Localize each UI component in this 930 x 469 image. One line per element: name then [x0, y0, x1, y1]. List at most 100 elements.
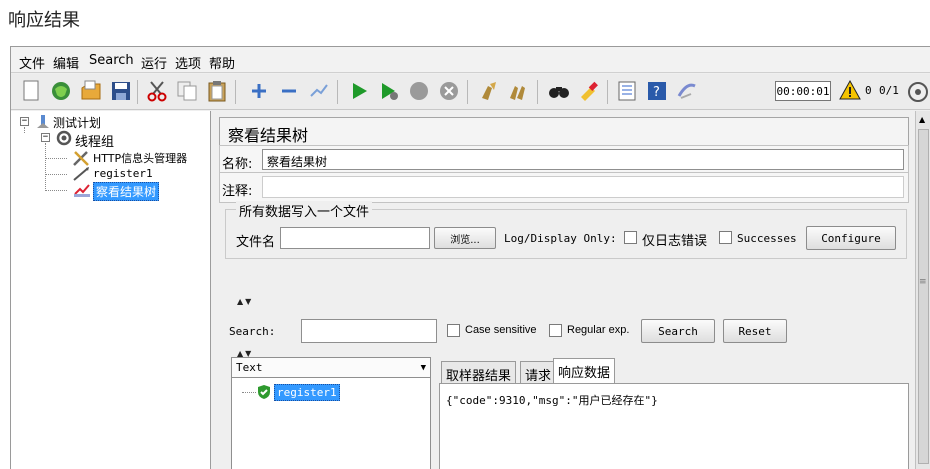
- start-no-pause-icon[interactable]: [377, 79, 401, 103]
- remote-icon[interactable]: [675, 79, 699, 103]
- scrollbar-thumb[interactable]: [918, 129, 929, 464]
- templates-icon[interactable]: [49, 79, 73, 103]
- case-sensitive-checkbox[interactable]: [447, 324, 460, 337]
- tree-connector: [45, 143, 46, 191]
- help-icon[interactable]: ?: [645, 79, 669, 103]
- case-sensitive-label: Case sensitive: [465, 324, 537, 336]
- tree-connector: [45, 174, 67, 175]
- grip-icon: ≡: [919, 277, 927, 287]
- response-data-area[interactable]: {"code":9310,"msg":"用户已经存在"}: [439, 383, 909, 469]
- regex-checkbox[interactable]: [549, 324, 562, 337]
- stop-icon[interactable]: [407, 79, 431, 103]
- sample-results-list: Text ▼ register1: [231, 357, 431, 469]
- renderer-value: Text: [236, 361, 263, 374]
- tab-response-data[interactable]: 响应数据: [553, 358, 616, 383]
- function-helper-icon[interactable]: [615, 79, 639, 103]
- results-tabs: 取样器结果 请求 响应数据 {"code":9310,"msg":"用户已经存在…: [439, 357, 909, 469]
- start-icon[interactable]: [347, 79, 371, 103]
- response-body: {"code":9310,"msg":"用户已经存在"}: [446, 394, 658, 407]
- sample-item-register1[interactable]: register1: [274, 384, 340, 401]
- name-input[interactable]: 察看结果树: [262, 149, 904, 170]
- menu-bar: 文件 编辑 Search 运行 选项 帮助: [11, 47, 930, 73]
- tree-connector: [242, 392, 256, 393]
- toolbar-separator: [337, 80, 338, 104]
- tree-connector: [24, 127, 25, 133]
- jmeter-window: 文件 编辑 Search 运行 选项 帮助 ? 00:00:01 0 0/1 −…: [10, 46, 930, 469]
- errors-only-checkbox[interactable]: [624, 231, 637, 244]
- test-plan-icon: [35, 114, 51, 133]
- tree-collapse-toggle[interactable]: −: [20, 117, 29, 126]
- toolbar-separator: [137, 80, 138, 104]
- toolbar: ? 00:00:01 0 0/1: [11, 74, 930, 110]
- clear-all-icon[interactable]: [507, 79, 531, 103]
- tree-connector: [45, 190, 67, 191]
- menu-file[interactable]: 文件: [19, 53, 45, 72]
- search-icon[interactable]: [547, 79, 571, 103]
- cut-icon[interactable]: [145, 79, 169, 103]
- view-results-tree-panel: 察看结果树 名称: 察看结果树 注释: 所有数据写入一个文件 文件名 浏览...…: [215, 111, 915, 469]
- toolbar-separator: [235, 80, 236, 104]
- comment-input[interactable]: [262, 176, 904, 198]
- copy-icon[interactable]: [175, 79, 199, 103]
- menu-help[interactable]: 帮助: [209, 53, 235, 72]
- tree-item-register1[interactable]: register1: [93, 167, 153, 180]
- clear-icon[interactable]: [477, 79, 501, 103]
- tree-collapse-toggle[interactable]: −: [41, 133, 50, 142]
- shutdown-icon[interactable]: [437, 79, 461, 103]
- file-group-title: 所有数据写入一个文件: [236, 201, 373, 220]
- successes-label: Successes: [737, 232, 797, 245]
- browse-button[interactable]: 浏览...: [434, 227, 496, 249]
- open-icon[interactable]: [79, 79, 103, 103]
- chevron-down-icon[interactable]: ▼: [421, 363, 426, 373]
- log-display-only-label: Log/Display Only:: [504, 232, 617, 245]
- toolbar-separator: [537, 80, 538, 104]
- svg-text:?: ?: [653, 85, 660, 100]
- menu-search[interactable]: Search: [89, 53, 134, 68]
- vertical-scrollbar[interactable]: ▲ ≡: [915, 111, 930, 469]
- scroll-up-icon[interactable]: ▲: [919, 115, 925, 124]
- comment-row: 注释:: [219, 173, 909, 203]
- tree-item-view-results-tree[interactable]: 察看结果树: [93, 182, 160, 201]
- new-icon[interactable]: [19, 79, 43, 103]
- successes-checkbox[interactable]: [719, 231, 732, 244]
- search-input[interactable]: [301, 319, 437, 343]
- search-bar: Search: Case sensitive Regular exp. Sear…: [229, 311, 909, 349]
- tree-item-test-plan[interactable]: 测试计划: [53, 114, 101, 131]
- elapsed-timer: 00:00:01: [775, 81, 831, 101]
- listener-icon: [73, 182, 91, 201]
- reset-button[interactable]: Reset: [723, 319, 787, 343]
- filename-input[interactable]: [280, 227, 430, 249]
- collapse-icon[interactable]: [277, 79, 301, 103]
- expand-icon[interactable]: [247, 79, 271, 103]
- reset-search-icon[interactable]: [577, 79, 601, 103]
- name-row: 名称: 察看结果树: [219, 145, 909, 173]
- errors-only-label: 仅日志错误: [642, 234, 708, 249]
- menu-run[interactable]: 运行: [141, 53, 167, 72]
- regex-label: Regular exp.: [567, 324, 630, 336]
- tree-item-header-manager[interactable]: HTTP信息头管理器: [93, 150, 187, 166]
- warning-count: 0: [865, 84, 872, 97]
- split-handle-icon[interactable]: ▲▼: [237, 297, 253, 306]
- warning-icon[interactable]: [839, 79, 861, 103]
- renderer-select[interactable]: Text ▼: [232, 358, 430, 378]
- tree-item-thread-group[interactable]: 线程组: [75, 131, 114, 150]
- search-label: Search:: [229, 325, 276, 338]
- panel-title: 察看结果树: [219, 117, 909, 145]
- comment-label: 注释:: [222, 184, 253, 199]
- save-icon[interactable]: [109, 79, 133, 103]
- success-shield-icon: [256, 384, 272, 403]
- menu-options[interactable]: 选项: [175, 53, 201, 72]
- menu-edit[interactable]: 编辑: [53, 53, 79, 72]
- paste-icon[interactable]: [205, 79, 229, 103]
- tab-sampler-result[interactable]: 取样器结果: [441, 361, 517, 384]
- toggle-icon[interactable]: [307, 79, 331, 103]
- tab-request[interactable]: 请求: [520, 361, 557, 384]
- toolbar-separator: [607, 80, 608, 104]
- search-button[interactable]: Search: [641, 319, 715, 343]
- configure-button[interactable]: Configure: [806, 226, 896, 250]
- article-heading: 响应结果: [8, 10, 80, 31]
- thread-group-icon: [55, 130, 73, 149]
- toolbar-separator: [467, 80, 468, 104]
- tree-connector: [45, 158, 67, 159]
- status-indicator-icon[interactable]: [907, 81, 929, 106]
